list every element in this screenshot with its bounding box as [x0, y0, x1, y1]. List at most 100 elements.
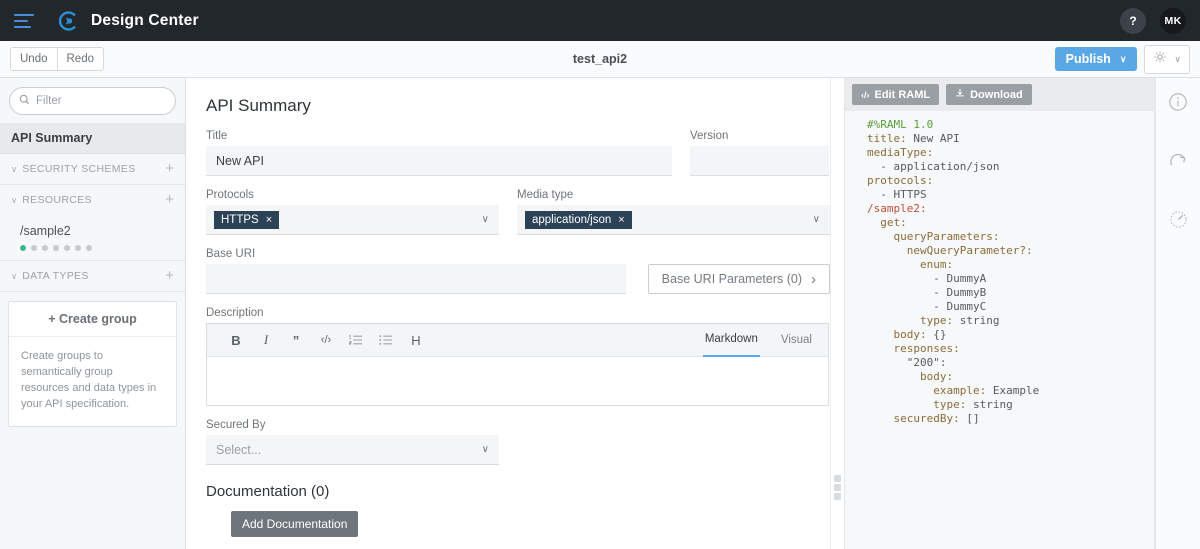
code-icon[interactable]: ‹/› [311, 334, 341, 346]
undo-redo-group: Undo Redo [10, 47, 104, 71]
panel-splitter[interactable] [830, 78, 844, 549]
tab-visual[interactable]: Visual [779, 324, 814, 357]
base-uri-input[interactable] [206, 264, 626, 294]
info-icon[interactable] [1168, 92, 1188, 117]
sidebar-item-sample2[interactable]: /sample2 [0, 221, 185, 238]
sub-bar: Undo Redo test_api2 Publish ∨ ∨ [0, 41, 1200, 78]
top-bar: Design Center ? MK [0, 0, 1200, 41]
description-textarea[interactable] [207, 357, 828, 405]
sidebar-section-security-schemes[interactable]: ∨ SECURITY SCHEMES + [0, 154, 185, 185]
description-toolbar: B I ” ‹/› H Markdown Visual [207, 324, 828, 357]
sidebar-section-data-types[interactable]: ∨ DATA TYPES + [0, 261, 185, 292]
version-input[interactable] [690, 146, 829, 176]
edit-raml-label: Edit RAML [874, 88, 931, 101]
search-input[interactable] [36, 95, 166, 107]
secured-by-group: Secured By Select... ∨ [206, 419, 830, 465]
secured-by-select[interactable]: Select... ∨ [206, 435, 499, 465]
description-label: Description [206, 307, 264, 319]
sidebar-section-label: RESOURCES [22, 194, 92, 206]
chevron-down-icon: ∨ [11, 194, 18, 205]
method-dots [0, 238, 185, 251]
resource-list: /sample2 [0, 215, 185, 261]
protocols-select[interactable]: HTTPS × ∨ [206, 205, 499, 235]
method-dot[interactable] [75, 245, 81, 251]
page-title: API Summary [206, 96, 311, 115]
app-title: Design Center [91, 11, 199, 29]
search-icon [19, 92, 30, 110]
tab-markdown[interactable]: Markdown [702, 324, 760, 357]
filter-box[interactable] [9, 87, 176, 115]
title-version-row: Title Version [206, 130, 830, 176]
mocking-service-icon[interactable] [1168, 209, 1189, 235]
heading-icon[interactable]: H [401, 333, 431, 348]
raml-code-line: - HTTPS [867, 188, 927, 201]
document-title: test_api2 [572, 52, 628, 66]
ordered-list-icon[interactable] [341, 334, 371, 346]
raml-code-line: type: string [867, 398, 1013, 411]
raml-code-line: title: New API [867, 132, 960, 145]
italic-icon[interactable]: I [251, 332, 281, 348]
splitter-grip-icon[interactable] [834, 475, 841, 500]
media-type-label: Media type [517, 189, 574, 201]
method-dot[interactable] [31, 245, 37, 251]
hamburger-icon[interactable] [14, 13, 34, 28]
raml-code-line: mediaType: [867, 146, 934, 159]
description-editor: B I ” ‹/› H Markdown Visual [206, 323, 829, 406]
chip-label: HTTPS [221, 213, 259, 226]
raml-code-line: - DummyC [867, 300, 987, 313]
title-label: Title [206, 130, 228, 142]
edit-raml-button[interactable]: ‹/› Edit RAML [852, 84, 940, 105]
method-dot[interactable] [20, 245, 26, 251]
avatar[interactable]: MK [1160, 7, 1186, 34]
sidebar: API Summary ∨ SECURITY SCHEMES + ∨ RESOU… [0, 78, 186, 549]
publish-button[interactable]: Publish ∨ [1054, 47, 1138, 71]
raml-code-line: body: [867, 370, 954, 383]
chevron-down-icon: ∨ [11, 163, 18, 174]
chip-remove-icon[interactable]: × [266, 214, 272, 226]
right-rail [1155, 78, 1200, 549]
sidebar-section-resources[interactable]: ∨ RESOURCES + [0, 185, 185, 215]
settings-button[interactable]: ∨ [1144, 44, 1190, 74]
version-label: Version [690, 130, 729, 142]
redo-button[interactable]: Redo [57, 47, 104, 71]
title-input[interactable] [206, 146, 672, 176]
undo-button[interactable]: Undo [10, 47, 58, 71]
chip-https[interactable]: HTTPS × [214, 210, 280, 229]
raml-code-line: - DummyB [867, 286, 987, 299]
redo-arrow-icon[interactable] [1168, 150, 1189, 176]
protocols-mediatype-row: Protocols HTTPS × ∨ Media type applicati… [206, 189, 830, 235]
sidebar-section-label: DATA TYPES [22, 270, 89, 282]
chip-application-json[interactable]: application/json × [525, 210, 632, 229]
sidebar-item-api-summary[interactable]: API Summary [0, 123, 185, 154]
add-security-scheme-icon[interactable]: + [165, 161, 174, 176]
bold-icon[interactable]: B [221, 333, 251, 348]
chevron-down-icon: ∨ [812, 214, 820, 225]
base-uri-parameters-button[interactable]: Base URI Parameters (0) › [647, 264, 830, 294]
base-uri-row: Base URI Parameters (0) › [206, 264, 830, 294]
sidebar-section-label: SECURITY SCHEMES [22, 163, 136, 175]
chip-remove-icon[interactable]: × [618, 214, 624, 226]
quote-icon[interactable]: ” [281, 333, 311, 348]
raml-code-line: example: Example [867, 384, 1040, 397]
method-dot[interactable] [86, 245, 92, 251]
raml-code-line: "200": [867, 356, 947, 369]
add-resource-icon[interactable]: + [165, 192, 174, 207]
create-group-button[interactable]: + Create group [9, 302, 176, 337]
help-button[interactable]: ? [1120, 7, 1146, 34]
add-documentation-button[interactable]: Add Documentation [231, 511, 359, 537]
raml-code-view[interactable]: #%RAML 1.0 title: New API mediaType: - app… [845, 111, 1155, 549]
chevron-down-icon: ∨ [481, 214, 489, 225]
chevron-down-icon: ∨ [1119, 53, 1127, 64]
media-type-select[interactable]: application/json × ∨ [517, 205, 830, 235]
chip-label: application/json [532, 213, 612, 226]
raml-toolbar: ‹/› Edit RAML Download [845, 78, 1155, 111]
method-dot[interactable] [53, 245, 59, 251]
method-dot[interactable] [64, 245, 70, 251]
raml-code-line: securedBy: [] [867, 412, 980, 425]
bullet-list-icon[interactable] [371, 334, 401, 346]
chevron-right-icon: › [811, 270, 816, 288]
method-dot[interactable] [42, 245, 48, 251]
protocols-label: Protocols [206, 189, 254, 201]
download-button[interactable]: Download [946, 84, 1032, 105]
add-data-type-icon[interactable]: + [165, 268, 174, 283]
